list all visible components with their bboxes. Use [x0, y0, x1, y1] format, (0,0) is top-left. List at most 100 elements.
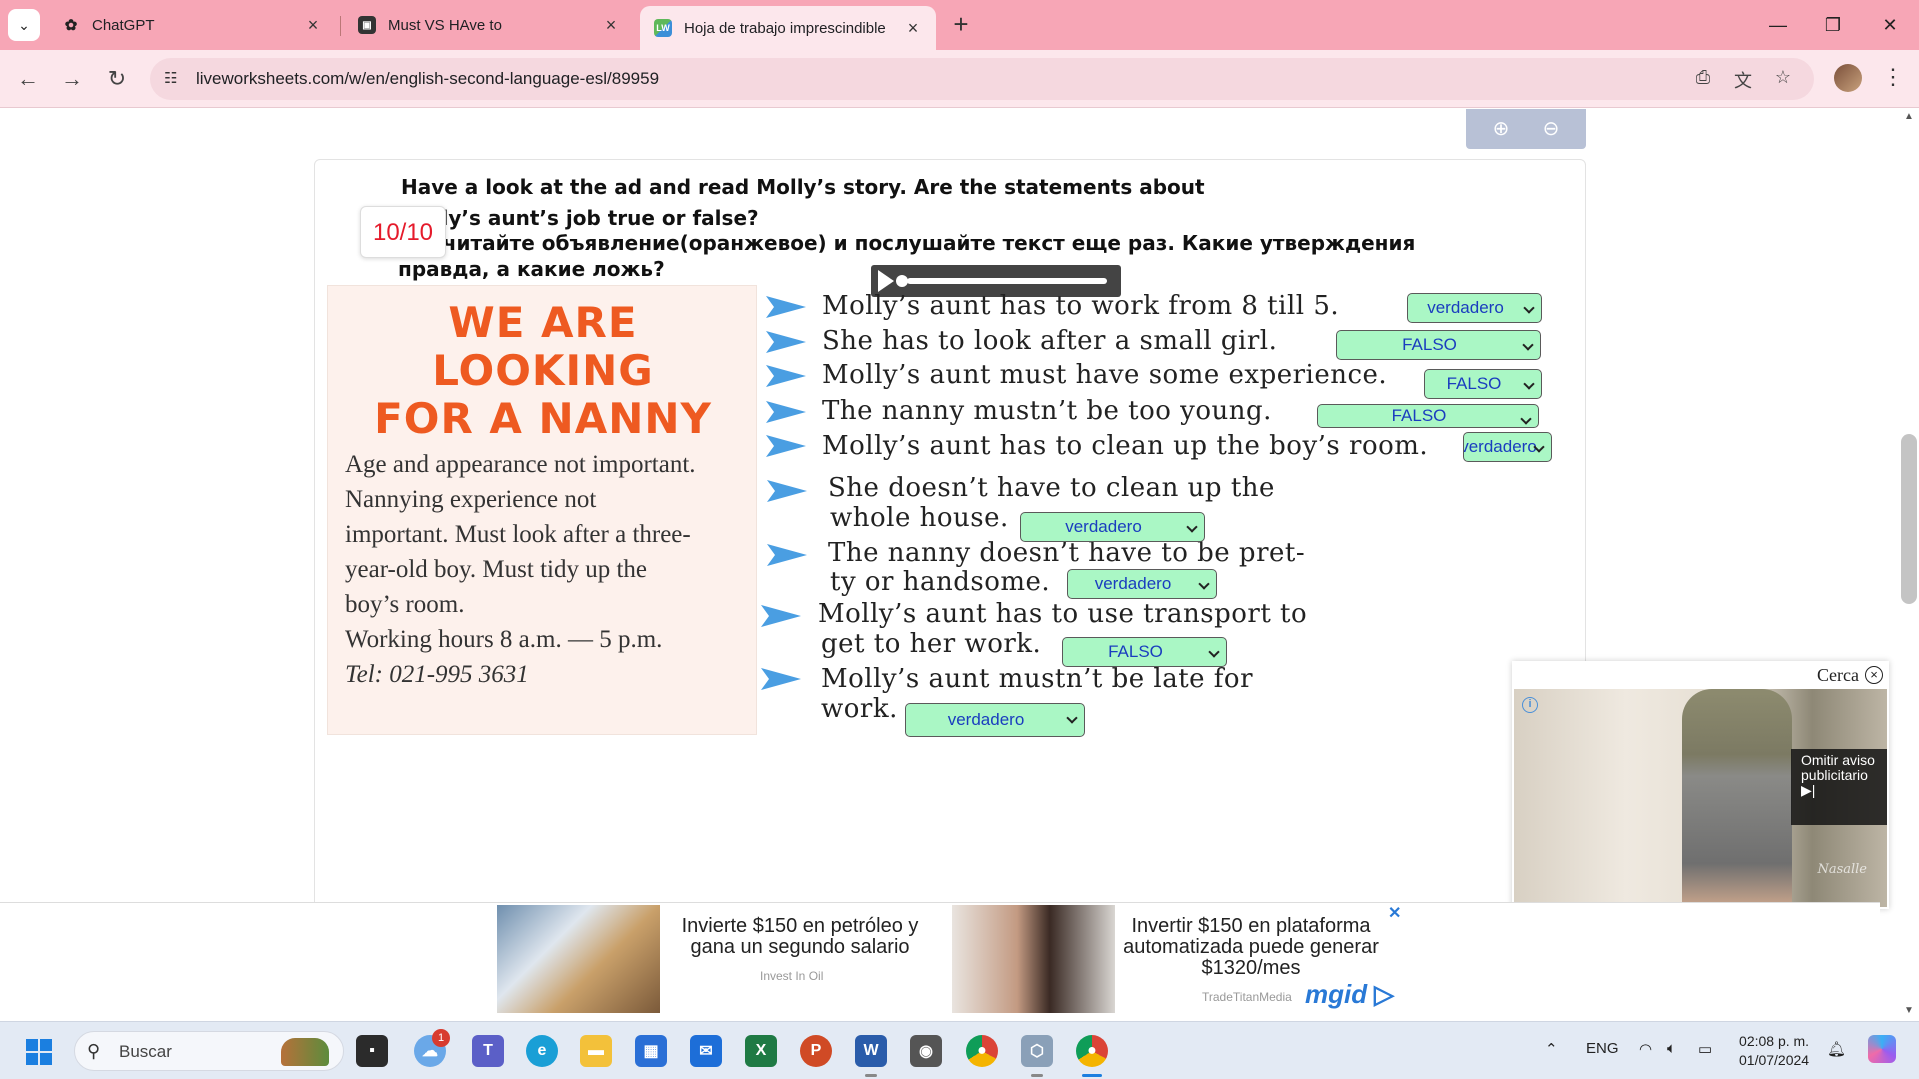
close-ad-icon[interactable]: ✕: [1388, 903, 1401, 923]
answer-select-1[interactable]: verdadero: [1407, 293, 1542, 323]
powerpoint-icon[interactable]: P: [800, 1035, 832, 1067]
translate-icon[interactable]: 文: [1730, 67, 1756, 91]
tab-title: ChatGPT: [92, 16, 155, 34]
restore-button[interactable]: ❐: [1813, 10, 1853, 40]
answer-select-6[interactable]: verdadero: [1020, 512, 1205, 542]
ad-watermark: Nasalle: [1817, 862, 1867, 877]
tab-hoja-de-trabajo[interactable]: LW Hoja de trabajo imprescindible ×: [640, 6, 936, 50]
back-button[interactable]: ←: [13, 64, 43, 94]
ad1-image[interactable]: [497, 905, 660, 1013]
audio-progress-track[interactable]: [907, 278, 1107, 284]
bookmark-star-icon[interactable]: ☆: [1770, 67, 1796, 91]
instruction-en-line1: Have a look at the ad and read Molly’s s…: [401, 175, 1205, 199]
page-content: ⊕ ⊖ Have a look at the ad and read Molly…: [0, 109, 1919, 1021]
ad2-text[interactable]: Invertir $150 en plataforma automatizada…: [1116, 916, 1386, 979]
instruction-ru-line2: правда, а какие ложь?: [398, 257, 665, 281]
teams-icon[interactable]: T: [472, 1035, 504, 1067]
scroll-down-icon[interactable]: ▼: [1904, 1005, 1914, 1016]
ad-video-person: [1682, 689, 1792, 907]
ad-close-label[interactable]: Cerca: [1817, 665, 1859, 686]
volume-icon[interactable]: 🔈︎: [1667, 1040, 1676, 1057]
tab-bar: ⌄ ✿ ChatGPT × ▣ Must VS HAve to × LW Hoj…: [0, 0, 1919, 50]
forward-button[interactable]: →: [57, 64, 87, 94]
scrollbar-thumb[interactable]: [1901, 434, 1917, 604]
statement-5: Molly’s aunt has to clean up the boy’s r…: [822, 431, 1429, 461]
word-icon[interactable]: W: [855, 1035, 887, 1067]
zoom-controls: ⊕ ⊖: [1466, 109, 1586, 149]
app-cube-icon[interactable]: ⬡: [1021, 1035, 1053, 1067]
language-indicator[interactable]: ENG: [1586, 1040, 1619, 1057]
mail-icon[interactable]: ✉: [690, 1035, 722, 1067]
search-placeholder: Buscar: [119, 1042, 172, 1061]
answer-select-2[interactable]: FALSO: [1336, 330, 1541, 360]
mgid-logo[interactable]: mgid: [1305, 979, 1367, 1010]
nanny-advertisement-image: WE ARE LOOKING FOR A NANNY Age and appea…: [327, 285, 757, 735]
chrome-icon[interactable]: ●: [1076, 1035, 1108, 1067]
bullet-arrow-icon: [767, 480, 807, 502]
ad-heading-line3: FOR A NANNY: [374, 394, 712, 443]
answer-select-8[interactable]: FALSO: [1062, 637, 1227, 667]
ad2-image[interactable]: [952, 905, 1115, 1013]
camera-icon[interactable]: ◉: [910, 1035, 942, 1067]
profile-avatar[interactable]: [1834, 64, 1862, 92]
answer-select-3[interactable]: FALSO: [1424, 369, 1542, 399]
ad1-text[interactable]: Invierte $150 en petróleo y gana un segu…: [660, 916, 940, 958]
audio-progress-handle[interactable]: [896, 275, 908, 287]
close-tab-icon[interactable]: ×: [602, 15, 620, 36]
system-clock[interactable]: 02:08 p. m. 01/07/2024: [1739, 1032, 1809, 1070]
address-bar[interactable]: ☷ liveworksheets.com/w/en/english-second…: [150, 58, 1814, 100]
answer-select-4[interactable]: FALSO: [1317, 404, 1539, 428]
tab-chatgpt[interactable]: ✿ ChatGPT ×: [48, 6, 336, 44]
notifications-bell-icon[interactable]: 🔔︎: [1827, 1040, 1846, 1058]
microsoft-store-icon[interactable]: ▦: [635, 1035, 667, 1067]
banner-ad: Invierte $150 en petróleo y gana un segu…: [0, 902, 1880, 1021]
close-window-button[interactable]: ✕: [1870, 10, 1910, 40]
ad-video[interactable]: i Omitir aviso publicitario ▶| Nasalle: [1514, 689, 1887, 907]
copilot-icon[interactable]: [1868, 1035, 1896, 1063]
info-icon[interactable]: i: [1522, 697, 1538, 713]
chrome-icon[interactable]: ●: [966, 1035, 998, 1067]
answer-select-7[interactable]: verdadero: [1067, 569, 1217, 599]
site-settings-icon[interactable]: ☷: [164, 69, 186, 89]
minimize-button[interactable]: —: [1758, 10, 1798, 40]
search-icon: ⚲: [87, 1041, 101, 1061]
install-app-icon[interactable]: ⎙: [1690, 67, 1716, 91]
battery-icon[interactable]: ▭: [1698, 1040, 1712, 1058]
windows-start-icon[interactable]: [26, 1039, 52, 1065]
ad-text-line: boy’s room.: [345, 591, 465, 618]
screen: ⌄ ✿ ChatGPT × ▣ Must VS HAve to × LW Hoj…: [0, 0, 1919, 1079]
answer-select-9[interactable]: verdadero: [905, 703, 1085, 737]
close-tab-icon[interactable]: ×: [904, 18, 922, 39]
answer-select-5[interactable]: verdadero: [1463, 432, 1552, 462]
close-tab-icon[interactable]: ×: [304, 15, 322, 36]
reload-button[interactable]: ↻: [102, 64, 132, 94]
tab-search-button[interactable]: ⌄: [8, 9, 40, 41]
skip-ad-button[interactable]: Omitir aviso publicitario ▶|: [1791, 749, 1887, 825]
tab-must-vs-have-to[interactable]: ▣ Must VS HAve to ×: [344, 6, 634, 44]
zoom-out-icon[interactable]: ⊖: [1536, 115, 1566, 143]
statement-8-line1: Molly’s aunt has to use transport to: [818, 599, 1308, 629]
mgid-arrow-icon[interactable]: ▷: [1374, 979, 1394, 1010]
edge-icon[interactable]: e: [526, 1035, 558, 1067]
zoom-in-icon[interactable]: ⊕: [1486, 115, 1516, 143]
close-icon: ✕: [1882, 15, 1898, 35]
ad-text-line: important. Must look after a three-: [345, 521, 691, 548]
play-icon[interactable]: [878, 270, 894, 292]
liveworksheets-icon: LW: [654, 19, 672, 37]
excel-icon[interactable]: X: [745, 1035, 777, 1067]
scroll-up-icon[interactable]: ▲: [1904, 111, 1914, 122]
wifi-icon[interactable]: ◠: [1639, 1040, 1652, 1058]
score-badge: 10/10: [360, 206, 446, 258]
taskbar-search[interactable]: ⚲ Buscar: [74, 1031, 344, 1071]
file-explorer-icon[interactable]: ▬: [580, 1035, 612, 1067]
url-text[interactable]: liveworksheets.com/w/en/english-second-l…: [196, 69, 659, 89]
close-circle-icon[interactable]: ×: [1865, 666, 1883, 684]
windows-taskbar: ⚲ Buscar ▪ ☁ 1 T e ▬ ▦ ✉ X P W ◉ ● ⬡ ● ⌃…: [0, 1021, 1919, 1079]
statement-1: Molly’s aunt has to work from 8 till 5.: [822, 291, 1340, 321]
page-scrollbar[interactable]: ▲ ▼: [1900, 109, 1919, 1021]
new-tab-button[interactable]: +: [948, 11, 974, 38]
task-view-icon[interactable]: ▪: [356, 1035, 388, 1067]
chevron-up-icon[interactable]: ⌃: [1545, 1040, 1558, 1058]
navigation-bar: ← → ↻ ☷ liveworksheets.com/w/en/english-…: [0, 50, 1919, 108]
browser-menu-icon[interactable]: ⋮: [1882, 64, 1904, 94]
